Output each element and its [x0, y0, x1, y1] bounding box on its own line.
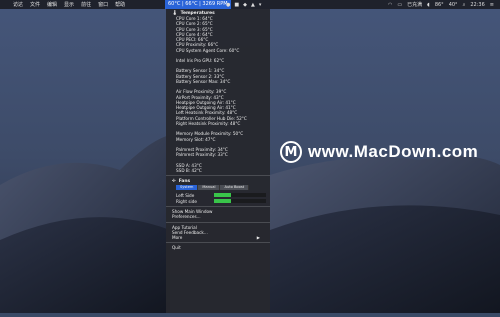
- fan-mode-system[interactable]: System: [176, 185, 199, 191]
- gpu-temp-label[interactable]: 40°: [449, 2, 458, 8]
- watermark: M www.MacDown.com: [280, 141, 478, 163]
- fan-mode-segmented-control: System Manual Auto Boost: [176, 185, 270, 191]
- menu-file[interactable]: 文件: [30, 1, 40, 8]
- fans-title: Fans: [178, 178, 191, 184]
- menu-go[interactable]: 前往: [81, 1, 91, 8]
- menu-edit[interactable]: 编辑: [47, 1, 57, 8]
- fan-mode-auto-boost[interactable]: Auto Boost: [220, 185, 250, 191]
- volume-icon[interactable]: ◖: [427, 2, 430, 8]
- status-icon[interactable]: ■: [234, 2, 239, 8]
- status-icon[interactable]: ◆: [243, 2, 247, 8]
- clock-label[interactable]: 22:36: [470, 2, 484, 8]
- more-label: More: [172, 234, 183, 240]
- fan-speed-bar: [214, 193, 266, 197]
- sensor-reading: SSD B: 42°C: [176, 167, 202, 173]
- divider: [166, 221, 270, 223]
- quit-item[interactable]: Quit: [166, 245, 270, 250]
- thermometer-icon: 🌡: [172, 10, 178, 16]
- fan-speed-fill: [214, 193, 231, 197]
- battery-icon[interactable]: ▭: [397, 2, 402, 8]
- divider: [166, 206, 270, 208]
- watermark-text: www.MacDown.com: [308, 142, 479, 161]
- fan-row-right: Right side: [166, 198, 270, 204]
- status-icon[interactable]: ●: [226, 2, 230, 8]
- notification-icon[interactable]: ≡: [490, 2, 494, 8]
- temperatures-title: Temperatures: [180, 10, 215, 16]
- status-icon[interactable]: ▲: [251, 2, 255, 8]
- menu-window[interactable]: 窗口: [98, 1, 108, 8]
- fan-icon: ✣: [172, 178, 176, 184]
- watermark-logo: M: [280, 141, 302, 163]
- menu-view[interactable]: 显示: [64, 1, 74, 8]
- fans-header: ✣ Fans: [166, 178, 270, 184]
- fan-label: Left Side: [176, 192, 195, 198]
- divider: [166, 175, 270, 177]
- menubar-status-icons: ● ■ ◆ ▲ ▾: [226, 0, 261, 9]
- fan-speed-fill: [214, 199, 231, 203]
- chevron-right-icon: ▶: [256, 234, 260, 240]
- divider: [166, 242, 270, 244]
- preferences-item[interactable]: Preferences...: [166, 214, 270, 219]
- menu-finder[interactable]: 访达: [13, 1, 23, 8]
- cpu-temp-label[interactable]: 86°: [435, 2, 444, 8]
- fan-mode-manual[interactable]: Manual: [198, 185, 221, 191]
- search-icon[interactable]: ⌕: [463, 2, 466, 8]
- menubar-right-items: ◠ ▭ 已充满 ◖ 86° 40° ⌕ 22:36 ≡: [388, 0, 494, 9]
- chevron-down-icon[interactable]: ▾: [259, 2, 262, 8]
- menu-help[interactable]: 帮助: [115, 1, 125, 8]
- fan-label: Right side: [176, 198, 197, 204]
- fan-speed-bar: [214, 199, 266, 203]
- temperature-status-item[interactable]: 60°C | 66°C | 3269 RPM: [165, 0, 231, 9]
- sensor-list: CPU Core 1: 64°C CPU Core 2: 65°C CPU Core…: [166, 16, 270, 173]
- more-item[interactable]: More ▶: [166, 235, 270, 240]
- temperature-dropdown-menu: 🌡 Temperatures CPU Core 1: 64°C CPU Core …: [166, 9, 270, 313]
- wifi-icon[interactable]: ◠: [388, 2, 392, 8]
- battery-status-label[interactable]: 已充满: [407, 1, 422, 8]
